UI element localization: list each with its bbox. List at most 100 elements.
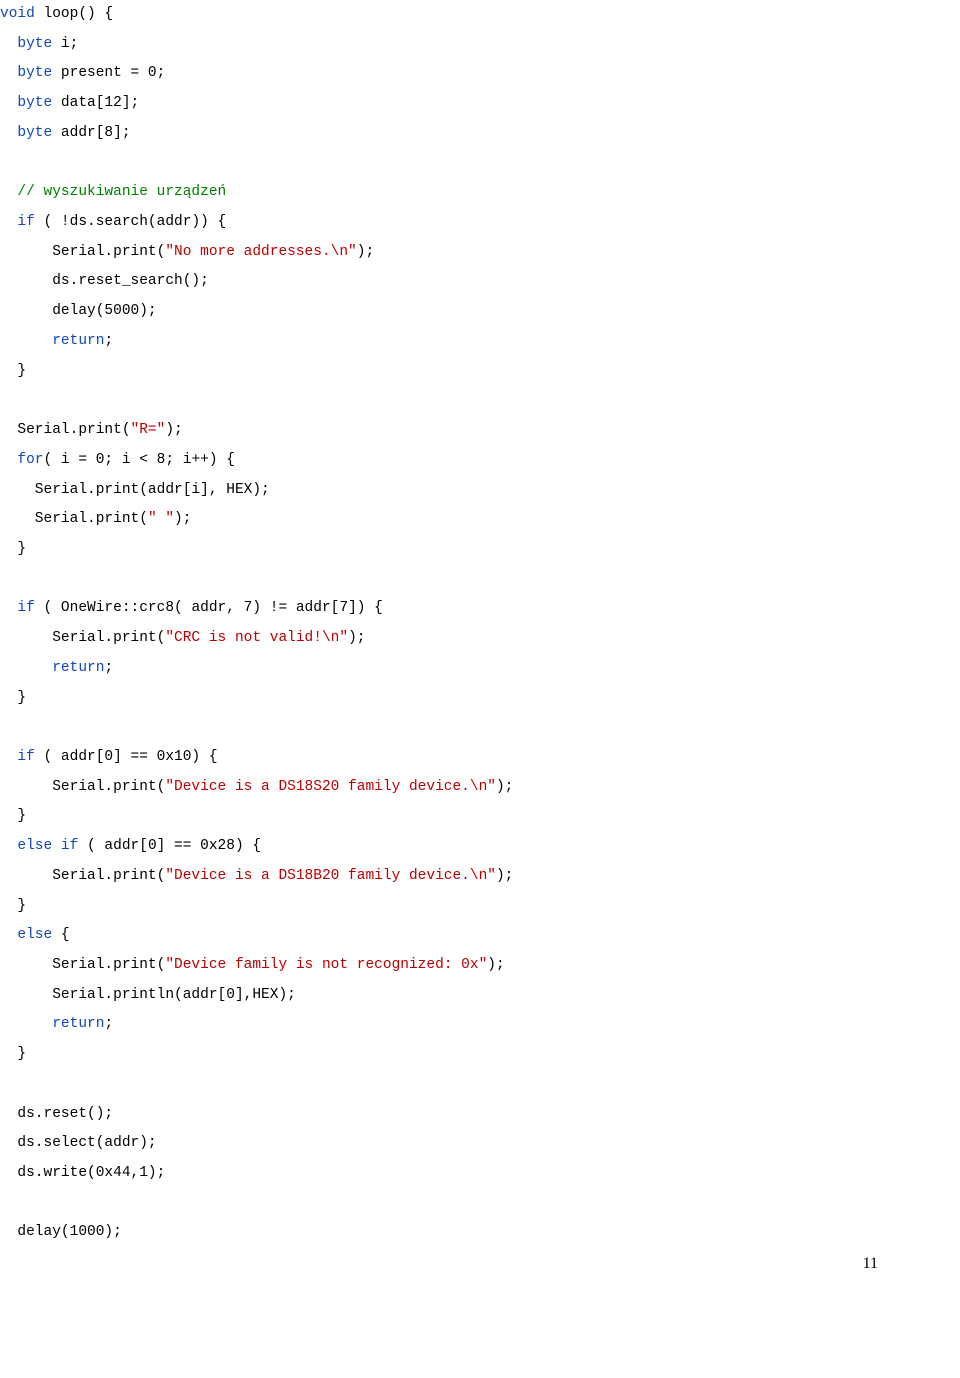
code-segment — [0, 184, 17, 200]
code-segment: } — [0, 1046, 26, 1062]
code-segment: ); — [357, 244, 374, 260]
code-segment: Serial.print( — [0, 957, 165, 973]
code-segment — [0, 749, 17, 765]
code-segment: Serial.print( — [0, 630, 165, 646]
code-segment: ; — [104, 660, 113, 676]
code-line: ds.write(0x44,1); — [0, 1159, 900, 1189]
code-segment: ( i = 0; i < 8; i++) { — [44, 452, 235, 468]
code-segment: ); — [165, 422, 182, 438]
code-segment: ( !ds.search(addr)) { — [35, 214, 226, 230]
code-segment — [0, 214, 17, 230]
code-segment: if — [17, 749, 34, 765]
code-line: return; — [0, 327, 900, 357]
code-segment: for — [17, 452, 43, 468]
code-segment: return — [52, 333, 104, 349]
code-line: ds.select(addr); — [0, 1129, 900, 1159]
code-segment: byte — [17, 65, 52, 81]
code-segment: delay(1000); — [0, 1224, 122, 1240]
code-line: if ( !ds.search(addr)) { — [0, 208, 900, 238]
code-segment: // wyszukiwanie urządzeń — [17, 184, 226, 200]
code-line: for( i = 0; i < 8; i++) { — [0, 446, 900, 476]
code-segment: else — [17, 927, 52, 943]
code-segment: ds.write(0x44,1); — [0, 1165, 165, 1181]
code-segment: Serial.print(addr[i], HEX); — [0, 482, 270, 498]
code-line: ds.reset(); — [0, 1100, 900, 1130]
code-segment: } — [0, 898, 26, 914]
code-segment: ( addr[0] == 0x28) { — [78, 838, 261, 854]
code-segment — [0, 660, 52, 676]
code-segment: present = 0; — [52, 65, 165, 81]
code-segment: } — [0, 690, 26, 706]
code-segment — [0, 927, 17, 943]
code-line: } — [0, 1040, 900, 1070]
code-segment — [0, 452, 17, 468]
code-segment: ds.reset_search(); — [0, 273, 209, 289]
code-line: } — [0, 535, 900, 565]
code-line: } — [0, 357, 900, 387]
code-segment: { — [52, 927, 69, 943]
code-line: if ( addr[0] == 0x10) { — [0, 743, 900, 773]
code-segment: Serial.print( — [0, 422, 131, 438]
code-segment: delay(5000); — [0, 303, 157, 319]
code-line: byte data[12]; — [0, 89, 900, 119]
code-segment: i; — [52, 36, 78, 52]
code-segment: "Device is a DS18B20 family device.\n" — [165, 868, 496, 884]
code-segment: Serial.print( — [0, 868, 165, 884]
code-segment: byte — [17, 36, 52, 52]
code-segment: ( OneWire::crc8( addr, 7) != addr[7]) { — [35, 600, 383, 616]
code-line — [0, 149, 900, 179]
code-segment: if — [17, 600, 34, 616]
code-segment: "CRC is not valid!\n" — [165, 630, 348, 646]
code-line: byte addr[8]; — [0, 119, 900, 149]
code-line: Serial.print("R="); — [0, 416, 900, 446]
code-line: } — [0, 892, 900, 922]
code-line: return; — [0, 654, 900, 684]
code-segment: ); — [174, 511, 191, 527]
code-segment: if — [17, 214, 34, 230]
code-segment: Serial.println(addr[0],HEX); — [0, 987, 296, 1003]
code-line: byte i; — [0, 30, 900, 60]
code-segment: ); — [348, 630, 365, 646]
code-line: } — [0, 684, 900, 714]
code-segment: "No more addresses.\n" — [165, 244, 356, 260]
code-segment: " " — [148, 511, 174, 527]
code-line: byte present = 0; — [0, 59, 900, 89]
code-line — [0, 1070, 900, 1100]
code-line: Serial.println(addr[0],HEX); — [0, 981, 900, 1011]
code-segment — [0, 65, 17, 81]
code-segment: ds.select(addr); — [0, 1135, 157, 1151]
code-segment — [0, 333, 52, 349]
code-line: Serial.print("CRC is not valid!\n"); — [0, 624, 900, 654]
code-segment: ds.reset(); — [0, 1106, 113, 1122]
code-line: else if ( addr[0] == 0x28) { — [0, 832, 900, 862]
code-segment: "R=" — [131, 422, 166, 438]
code-block: void loop() { byte i; byte present = 0; … — [0, 0, 900, 1248]
code-segment: else if — [17, 838, 78, 854]
code-segment: void — [0, 6, 35, 22]
code-line — [0, 386, 900, 416]
code-segment: ); — [496, 779, 513, 795]
code-segment: ); — [487, 957, 504, 973]
code-segment: byte — [17, 95, 52, 111]
code-line — [0, 713, 900, 743]
code-line: } — [0, 802, 900, 832]
code-segment: } — [0, 541, 26, 557]
code-line: return; — [0, 1010, 900, 1040]
code-segment: Serial.print( — [0, 779, 165, 795]
code-segment: } — [0, 363, 26, 379]
code-line: if ( OneWire::crc8( addr, 7) != addr[7])… — [0, 594, 900, 624]
code-segment: ; — [104, 333, 113, 349]
code-line: ds.reset_search(); — [0, 267, 900, 297]
code-line: // wyszukiwanie urządzeń — [0, 178, 900, 208]
code-segment: Serial.print( — [0, 244, 165, 260]
code-line: Serial.print("No more addresses.\n"); — [0, 238, 900, 268]
code-segment: data[12]; — [52, 95, 139, 111]
code-segment: "Device is a DS18S20 family device.\n" — [165, 779, 496, 795]
code-segment — [0, 125, 17, 141]
page-container: void loop() { byte i; byte present = 0; … — [0, 0, 960, 1301]
code-line: delay(5000); — [0, 297, 900, 327]
code-segment — [0, 600, 17, 616]
code-segment: loop() { — [35, 6, 113, 22]
code-line — [0, 565, 900, 595]
code-line: Serial.print("Device family is not recog… — [0, 951, 900, 981]
